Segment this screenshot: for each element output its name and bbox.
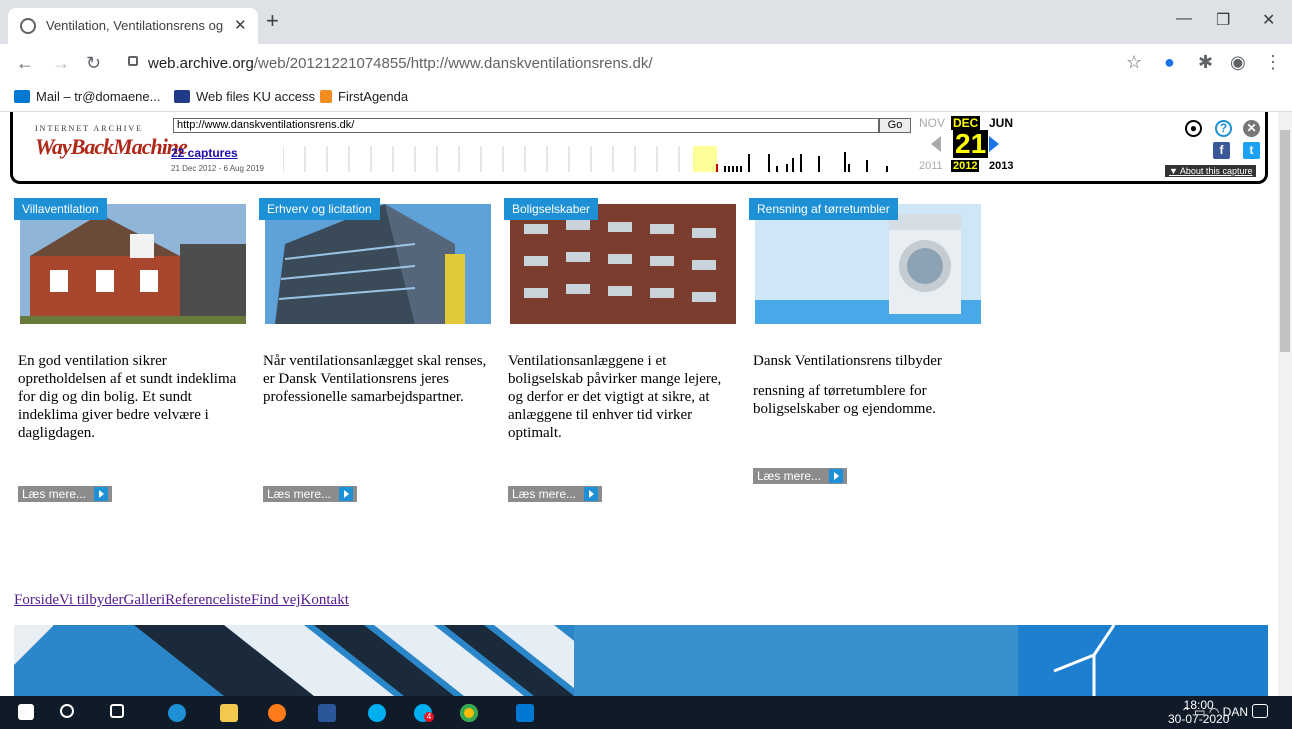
wayback-go-button[interactable]: Go bbox=[879, 118, 911, 133]
card-text: Når ventilationsanlægget skal renses, er… bbox=[263, 353, 487, 405]
wayback-current-year: 2012 bbox=[951, 160, 980, 172]
bookmark-mail[interactable]: Mail – tr@domaene... bbox=[14, 89, 160, 104]
wayback-prev-month[interactable]: NOV bbox=[919, 116, 945, 130]
wayback-captures-link[interactable]: 22 captures bbox=[171, 146, 238, 160]
back-icon[interactable]: ← bbox=[16, 53, 34, 74]
site-navigation: ForsideVi tilbyderGalleriReferencelisteF… bbox=[14, 592, 349, 609]
firefox-icon[interactable] bbox=[268, 704, 286, 722]
close-wayback-icon[interactable]: ✕ bbox=[1243, 120, 1260, 137]
word-icon[interactable] bbox=[318, 704, 336, 722]
next-capture-arrow-icon[interactable] bbox=[989, 136, 999, 152]
skype-icon[interactable] bbox=[368, 704, 386, 722]
address-bar[interactable]: web.archive.org/web/20121221074855/http:… bbox=[112, 48, 1152, 80]
nav-link-kontakt[interactable]: Kontakt bbox=[301, 592, 349, 608]
read-more-button[interactable]: Læs mere... bbox=[18, 486, 113, 502]
account-icon[interactable]: ● bbox=[1185, 120, 1202, 137]
ku-icon bbox=[174, 90, 190, 103]
card-text: En god ventilation sikrer opretholdelsen… bbox=[18, 353, 237, 441]
card-text: Dansk Ventilationsrens tilbyder rensning… bbox=[753, 352, 983, 418]
page-scrollbar[interactable] bbox=[1278, 112, 1292, 696]
clock-date: 30-07-2020 bbox=[1168, 712, 1230, 726]
card-title[interactable]: Rensning af tørretumbler bbox=[749, 198, 898, 220]
read-more-button[interactable]: Læs mere... bbox=[263, 486, 358, 502]
clock[interactable]: 18:00 30-07-2020 bbox=[1168, 698, 1229, 726]
windows-taskbar: 4 ⌃ ▭ ◠ DAN 18:00 30-07-2020 bbox=[0, 696, 1292, 729]
wayback-next-year[interactable]: 2013 bbox=[989, 160, 1013, 172]
card-title[interactable]: Villaventilation bbox=[14, 198, 107, 220]
globe-icon bbox=[20, 18, 36, 34]
file-explorer-icon[interactable] bbox=[220, 704, 238, 722]
chrome-icon[interactable] bbox=[460, 704, 478, 722]
search-icon[interactable] bbox=[60, 704, 74, 718]
extension-icon[interactable]: ● bbox=[1164, 52, 1175, 73]
wayback-url-input[interactable]: http://www.danskventilationsrens.dk/ bbox=[173, 118, 879, 133]
browser-tab[interactable]: Ventilation, Ventilationsrens og V ✕ bbox=[8, 8, 258, 44]
bookmark-firstagenda[interactable]: FirstAgenda bbox=[320, 89, 408, 104]
firstagenda-icon bbox=[320, 90, 332, 103]
nav-link-referenceliste[interactable]: Referenceliste bbox=[165, 592, 251, 608]
twitter-icon[interactable]: t bbox=[1243, 142, 1260, 159]
facebook-icon[interactable]: f bbox=[1213, 142, 1230, 159]
task-view-icon[interactable] bbox=[110, 704, 124, 718]
nav-link-forside[interactable]: Forside bbox=[14, 592, 59, 608]
wayback-prev-year[interactable]: 2011 bbox=[919, 160, 943, 172]
notifications-icon[interactable] bbox=[1252, 704, 1268, 718]
reload-icon[interactable]: ↻ bbox=[86, 53, 101, 74]
lock-icon bbox=[128, 56, 138, 66]
puzzle-icon[interactable]: ✱ bbox=[1198, 52, 1213, 73]
wayback-next-month[interactable]: JUN bbox=[989, 116, 1013, 130]
minimize-icon[interactable]: — bbox=[1176, 10, 1192, 28]
close-tab-icon[interactable]: ✕ bbox=[234, 16, 247, 34]
arrow-right-icon bbox=[339, 487, 354, 501]
menu-icon[interactable]: ⋮ bbox=[1264, 52, 1282, 73]
card-text-line-2: rensning af tørretumblere for boligselsk… bbox=[753, 383, 936, 417]
house-image[interactable] bbox=[20, 204, 246, 324]
new-tab-button[interactable]: + bbox=[266, 10, 279, 32]
arrow-right-icon bbox=[584, 487, 599, 501]
nav-link-vi-tilbyder[interactable]: Vi tilbyder bbox=[59, 592, 124, 608]
apartment-building-image[interactable] bbox=[510, 204, 736, 324]
browser-toolbar: ← → ↻ web.archive.org/web/20121221074855… bbox=[0, 44, 1292, 84]
outlook-icon bbox=[14, 90, 30, 103]
clock-time: 18:00 bbox=[1183, 698, 1214, 712]
arrow-right-icon bbox=[829, 469, 844, 483]
edge-icon[interactable] bbox=[168, 704, 186, 722]
read-more-button[interactable]: Læs mere... bbox=[508, 486, 603, 502]
tab-title: Ventilation, Ventilationsrens og V bbox=[46, 18, 226, 33]
card-title[interactable]: Erhverv og licitation bbox=[259, 198, 380, 220]
nav-link-galleri[interactable]: Galleri bbox=[124, 592, 166, 608]
restore-icon[interactable]: ❐ bbox=[1216, 10, 1230, 30]
prev-capture-arrow-icon[interactable] bbox=[931, 136, 941, 152]
office-building-image[interactable] bbox=[265, 204, 491, 324]
close-window-icon[interactable]: ✕ bbox=[1262, 10, 1275, 30]
card-title[interactable]: Boligselskaber bbox=[504, 198, 599, 220]
url-text: web.archive.org/web/20121221074855/http:… bbox=[148, 55, 653, 72]
profile-icon[interactable]: ◉ bbox=[1230, 52, 1246, 73]
wayback-sparkline[interactable] bbox=[283, 146, 917, 172]
forward-icon[interactable]: → bbox=[52, 53, 70, 74]
bookmark-star-icon[interactable]: ☆ bbox=[1126, 52, 1142, 73]
scrollbar-thumb[interactable] bbox=[1280, 130, 1290, 352]
read-more-button[interactable]: Læs mere... bbox=[753, 468, 848, 484]
card-text-line-1: Dansk Ventilationsrens tilbyder bbox=[753, 353, 942, 369]
notification-badge: 4 bbox=[424, 712, 434, 722]
wayback-current-day: 21 bbox=[953, 128, 989, 159]
nav-link-find-vej[interactable]: Find vej bbox=[251, 592, 301, 608]
wayback-toolbar: INTERNET ARCHIVE WayBackMachine http://w… bbox=[10, 112, 1268, 184]
bookmark-web-files[interactable]: Web files KU access bbox=[174, 89, 315, 104]
footer-banner-image bbox=[14, 625, 1268, 696]
windows-start-icon[interactable] bbox=[18, 704, 34, 720]
wayback-logo-top: INTERNET ARCHIVE bbox=[35, 124, 144, 133]
tab-strip: Ventilation, Ventilationsrens og V ✕ + —… bbox=[0, 0, 1292, 44]
skype-business-icon[interactable]: 4 bbox=[414, 704, 434, 722]
card-text: Ventilationsanlæggene i et boligselskab … bbox=[508, 353, 722, 441]
arrow-right-icon bbox=[94, 487, 109, 501]
wayback-logo[interactable]: WayBackMachine bbox=[35, 134, 188, 160]
help-icon[interactable]: ? bbox=[1215, 120, 1232, 137]
washing-machine-image[interactable] bbox=[755, 204, 981, 324]
outlook-taskbar-icon[interactable] bbox=[516, 704, 534, 722]
bookmarks-bar: Mail – tr@domaene... Web files KU access… bbox=[0, 84, 1292, 112]
about-capture-link[interactable]: ▼ About this capture bbox=[1165, 165, 1257, 177]
wayback-capture-range: 21 Dec 2012 - 6 Aug 2019 bbox=[171, 164, 264, 173]
